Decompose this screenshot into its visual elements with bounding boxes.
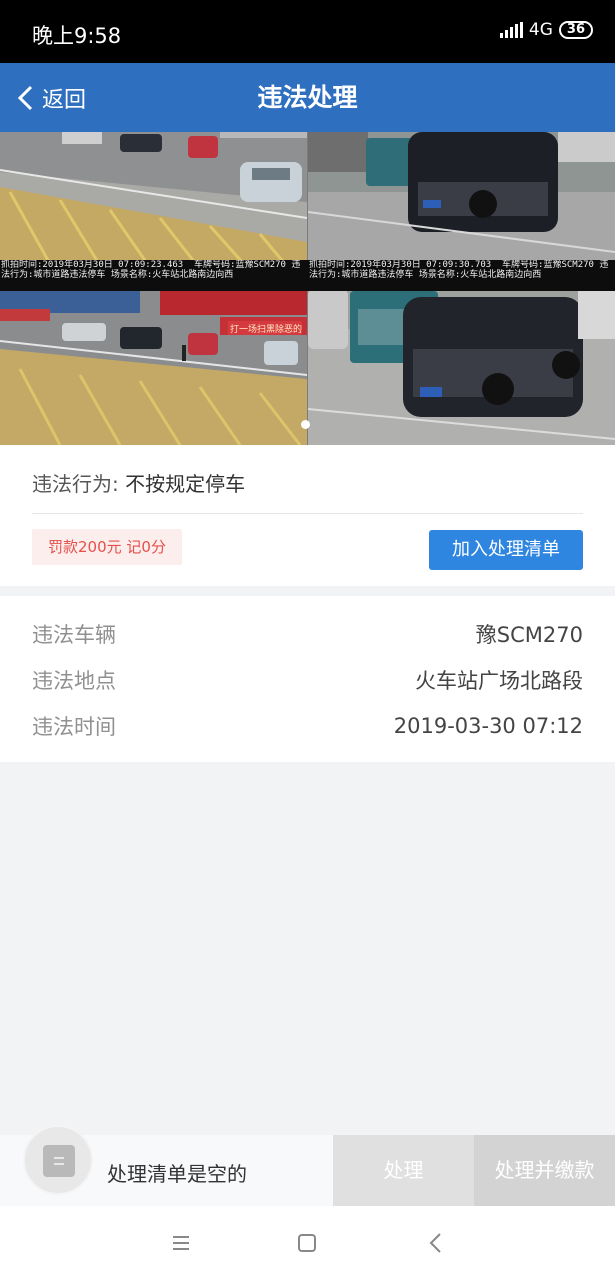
list-icon [43, 1145, 75, 1177]
behavior-value: 不按规定停车 [125, 472, 246, 496]
empty-list-text: 处理清单是空的 [107, 1162, 247, 1186]
evidence-photo-4[interactable] [308, 289, 615, 445]
detail-value: 豫SCM270 [475, 623, 583, 647]
evidence-photos[interactable]: 打一场扫黑除恶的 抓拍时间:2019年03月30日 07:09:23.463 车… [0, 132, 615, 445]
photo-caption-2: 抓拍时间:2019年03月30日 07:09:30.703 车牌号码:蓝豫SCM… [309, 260, 609, 280]
status-indicators: 4G 36 [499, 20, 593, 40]
add-to-list-button[interactable]: 加入处理清单 [429, 530, 583, 570]
status-time: 晚上9:58 [32, 24, 122, 48]
fine-tag: 罚款200元 记0分 [32, 529, 182, 565]
processing-list-button[interactable] [23, 1125, 93, 1195]
detail-row-location: 违法地点 火车站广场北路段 [32, 665, 583, 695]
process-and-pay-button[interactable]: 处理并缴款 [474, 1135, 615, 1206]
menu-icon[interactable] [166, 1228, 196, 1258]
photo-caption-1: 抓拍时间:2019年03月30日 07:09:23.463 车牌号码:蓝豫SCM… [1, 260, 301, 280]
banner-text: 打一场扫黑除恶的 [230, 323, 302, 335]
divider [32, 513, 583, 514]
evidence-photo-3[interactable]: 打一场扫黑除恶的 [0, 289, 307, 445]
behavior-label: 违法行为: [32, 472, 119, 496]
network-type: 4G [528, 20, 553, 40]
page-title: 违法处理 [257, 83, 358, 112]
detail-label: 违法地点 [32, 669, 116, 693]
system-nav-bar [0, 1206, 615, 1280]
process-button[interactable]: 处理 [333, 1135, 474, 1206]
detail-row-vehicle: 违法车辆 豫SCM270 [32, 619, 583, 649]
signal-icon [499, 22, 523, 38]
carousel-indicator [301, 420, 310, 429]
detail-label: 违法车辆 [32, 623, 116, 647]
home-square-icon[interactable] [292, 1228, 322, 1258]
battery-icon: 36 [558, 21, 593, 39]
status-bar: 晚上9:58 4G 36 [0, 0, 615, 63]
violation-behavior: 违法行为: 不按规定停车 [32, 468, 245, 497]
detail-value: 火车站广场北路段 [415, 669, 583, 693]
nav-bar: 返回 违法处理 [0, 63, 615, 132]
detail-label: 违法时间 [32, 715, 116, 739]
detail-row-time: 违法时间 2019-03-30 07:12 [32, 711, 583, 741]
system-back-icon[interactable] [421, 1228, 451, 1258]
detail-value: 2019-03-30 07:12 [393, 714, 583, 738]
